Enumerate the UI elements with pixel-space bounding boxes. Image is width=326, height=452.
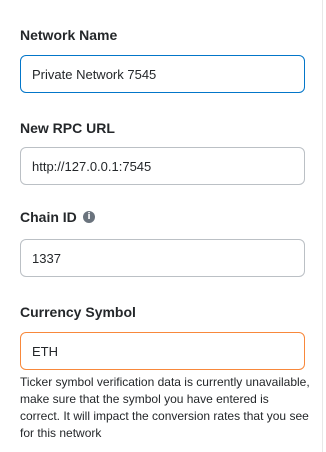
panel-divider [322, 0, 323, 452]
currency-symbol-label: Currency Symbol [20, 304, 136, 320]
currency-symbol-warning-text: Ticker symbol verification data is curre… [20, 375, 310, 440]
currency-symbol-input[interactable] [20, 332, 305, 370]
info-icon[interactable]: i [83, 211, 95, 223]
chain-id-label: Chain ID [20, 209, 77, 225]
network-name-label: Network Name [20, 27, 118, 43]
chain-id-input[interactable] [20, 239, 305, 277]
network-name-input[interactable] [20, 55, 305, 93]
rpc-url-input[interactable] [20, 147, 305, 185]
rpc-url-label: New RPC URL [20, 120, 115, 136]
network-form: Network Name New RPC URL Chain ID i Curr… [0, 0, 326, 452]
